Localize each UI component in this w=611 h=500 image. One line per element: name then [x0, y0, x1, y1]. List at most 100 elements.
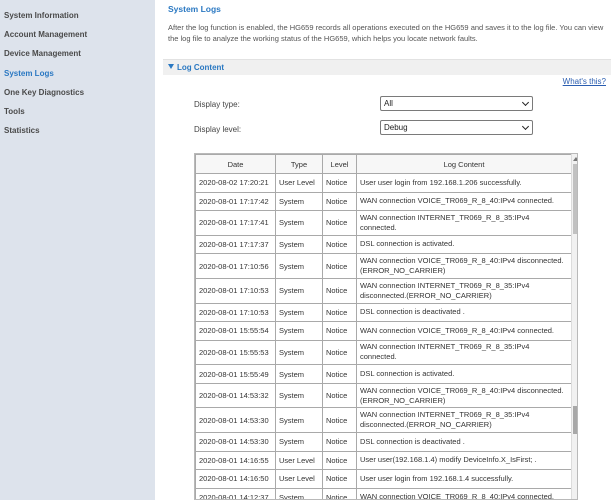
sidebar-item-tools[interactable]: Tools: [0, 102, 155, 121]
sidebar: System Information Account Management De…: [0, 0, 155, 500]
sidebar-item-account-management[interactable]: Account Management: [0, 25, 155, 44]
whats-this-link[interactable]: What's this?: [563, 77, 606, 86]
log-type: System: [275, 382, 323, 409]
page-description: After the log function is enabled, the H…: [168, 23, 604, 43]
log-content: DSL connection is deactivated .: [356, 432, 572, 452]
log-content: DSL connection is deactivated .: [356, 302, 572, 323]
log-level: Notice: [322, 339, 357, 366]
log-type: System: [275, 432, 323, 452]
log-date: 2020-08-01 17:17:42: [195, 191, 276, 211]
log-type: System: [275, 234, 323, 255]
display-level-value: Debug: [384, 123, 408, 132]
log-date: 2020-08-01 14:16:50: [195, 469, 276, 489]
column-header-log-content: Log Content: [356, 154, 572, 174]
column-header-level: Level: [322, 154, 357, 174]
table-row: 2020-08-01 14:12:37 System Notice WAN co…: [195, 487, 572, 499]
log-table: Date Type Level Log Content 2020-08-02 1…: [195, 154, 572, 499]
table-row: 2020-08-01 14:16:55 User Level Notice Us…: [195, 450, 572, 471]
log-content: User user(192.168.1.4) modify DeviceInfo…: [356, 450, 572, 471]
log-content: WAN connection VOICE_TR069_R_8_40:IPv4 c…: [356, 487, 572, 499]
log-level: Notice: [322, 432, 357, 452]
table-row: 2020-08-01 14:53:30 System Notice DSL co…: [195, 432, 572, 452]
log-date: 2020-08-01 15:55:49: [195, 364, 276, 384]
log-level: Notice: [322, 469, 357, 489]
log-type: System: [275, 321, 323, 341]
log-content: WAN connection VOICE_TR069_R_8_40:IPv4 d…: [356, 382, 572, 409]
log-type: System: [275, 277, 323, 304]
collapse-triangle-icon[interactable]: [168, 64, 174, 69]
table-row: 2020-08-01 15:55:54 System Notice WAN co…: [195, 321, 572, 341]
log-content: WAN connection VOICE_TR069_R_8_40:IPv4 c…: [356, 321, 572, 341]
log-type: System: [275, 407, 323, 434]
scrollbar-thumb-lower[interactable]: [573, 406, 577, 434]
page-title: System Logs: [168, 4, 221, 14]
scroll-up-arrow-icon[interactable]: [573, 157, 577, 161]
column-header-date: Date: [195, 154, 276, 174]
log-type: System: [275, 302, 323, 323]
log-level: Notice: [322, 173, 357, 193]
table-row: 2020-08-01 17:10:56 System Notice WAN co…: [195, 253, 572, 279]
main-content: System Logs After the log function is en…: [155, 0, 611, 500]
log-type: System: [275, 364, 323, 384]
chevron-down-icon: [521, 122, 530, 131]
log-content: WAN connection INTERNET_TR069_R_8_35:IPv…: [356, 339, 572, 366]
scrollbar-thumb[interactable]: [573, 164, 577, 234]
log-table-container[interactable]: Date Type Level Log Content 2020-08-02 1…: [194, 153, 578, 500]
log-date: 2020-08-01 14:16:55: [195, 450, 276, 471]
sidebar-item-statistics[interactable]: Statistics: [0, 121, 155, 140]
log-content: WAN connection INTERNET_TR069_R_8_35:IPv…: [356, 407, 572, 434]
log-type: System: [275, 487, 323, 499]
log-date: 2020-08-01 17:17:37: [195, 234, 276, 255]
log-content: WAN connection VOICE_TR069_R_8_40:IPv4 c…: [356, 191, 572, 211]
log-date: 2020-08-02 17:20:21: [195, 173, 276, 193]
log-content: DSL connection is activated.: [356, 234, 572, 255]
log-type: System: [275, 210, 323, 236]
sidebar-item-system-information[interactable]: System Information: [0, 6, 155, 25]
chevron-down-icon: [521, 98, 530, 107]
display-type-value: All: [384, 99, 393, 108]
log-date: 2020-08-01 14:12:37: [195, 487, 276, 499]
display-type-label: Display type:: [194, 100, 240, 109]
log-type: System: [275, 191, 323, 211]
sidebar-item-device-management[interactable]: Device Management: [0, 44, 155, 63]
log-content-section-header[interactable]: Log Content: [163, 59, 611, 75]
log-level: Notice: [322, 321, 357, 341]
log-level: Notice: [322, 382, 357, 409]
log-type: User Level: [275, 469, 323, 489]
section-title: Log Content: [177, 63, 225, 72]
log-table-scrollbar[interactable]: [571, 154, 577, 499]
log-type: System: [275, 339, 323, 366]
log-content: WAN connection VOICE_TR069_R_8_40:IPv4 d…: [356, 253, 572, 279]
table-row: 2020-08-01 15:55:53 System Notice WAN co…: [195, 339, 572, 366]
log-level: Notice: [322, 277, 357, 304]
log-level: Notice: [322, 191, 357, 211]
log-date: 2020-08-01 17:17:41: [195, 210, 276, 236]
log-table-header-row: Date Type Level Log Content: [195, 154, 572, 174]
sidebar-item-system-logs[interactable]: System Logs: [0, 64, 155, 83]
table-row: 2020-08-01 14:53:30 System Notice WAN co…: [195, 407, 572, 434]
log-date: 2020-08-01 14:53:30: [195, 432, 276, 452]
log-level: Notice: [322, 364, 357, 384]
log-content: WAN connection INTERNET_TR069_R_8_35:IPv…: [356, 277, 572, 304]
log-date: 2020-08-01 15:55:54: [195, 321, 276, 341]
sidebar-nav: System Information Account Management De…: [0, 0, 155, 140]
table-row: 2020-08-01 17:17:41 System Notice WAN co…: [195, 210, 572, 236]
log-date: 2020-08-01 15:55:53: [195, 339, 276, 366]
log-level: Notice: [322, 253, 357, 279]
display-level-select[interactable]: Debug: [380, 120, 533, 135]
table-row: 2020-08-01 15:55:49 System Notice DSL co…: [195, 364, 572, 384]
display-level-label: Display level:: [194, 125, 242, 134]
log-content: DSL connection is activated.: [356, 364, 572, 384]
log-type: User Level: [275, 173, 323, 193]
table-row: 2020-08-02 17:20:21 User Level Notice Us…: [195, 173, 572, 193]
table-row: 2020-08-01 14:53:32 System Notice WAN co…: [195, 382, 572, 409]
log-date: 2020-08-01 17:10:56: [195, 253, 276, 279]
sidebar-item-one-key-diagnostics[interactable]: One Key Diagnostics: [0, 83, 155, 102]
display-type-select[interactable]: All: [380, 96, 533, 111]
log-content: User user login from 192.168.1.4 success…: [356, 469, 572, 489]
log-level: Notice: [322, 234, 357, 255]
log-level: Notice: [322, 407, 357, 434]
log-date: 2020-08-01 17:10:53: [195, 302, 276, 323]
table-row: 2020-08-01 17:17:37 System Notice DSL co…: [195, 234, 572, 255]
log-level: Notice: [322, 210, 357, 236]
